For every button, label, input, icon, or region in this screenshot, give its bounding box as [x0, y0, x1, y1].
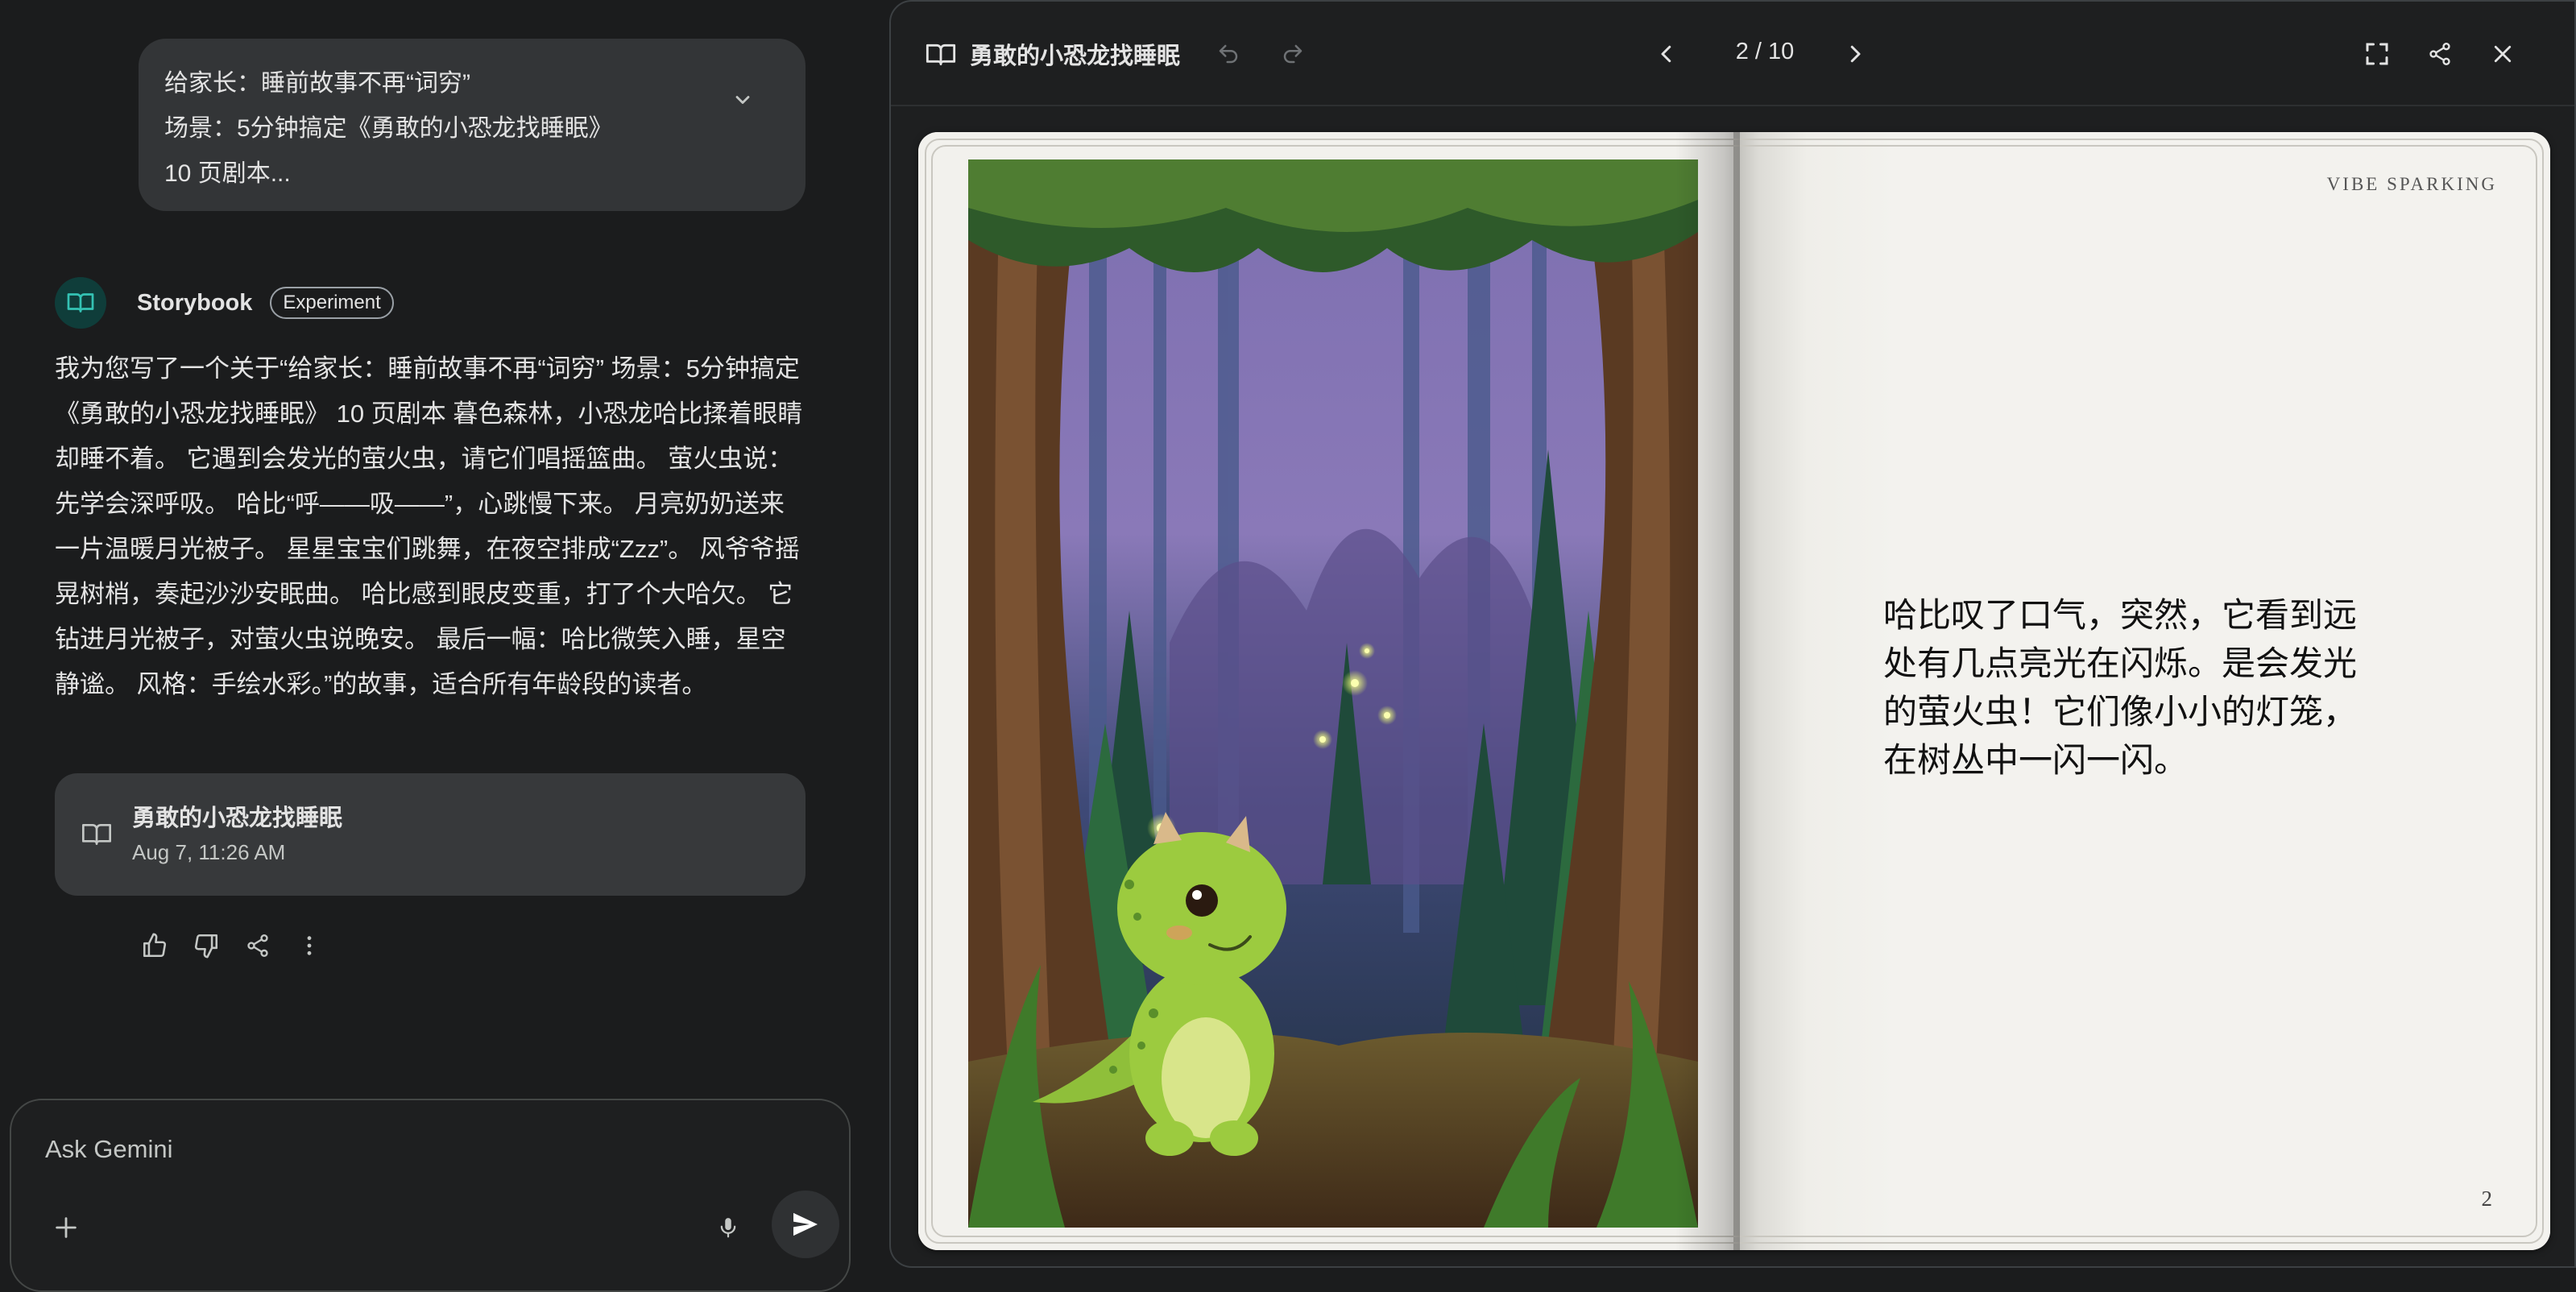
chevron-down-icon [735, 96, 750, 104]
thumbs-up-icon [143, 933, 167, 958]
microphone-button[interactable] [706, 1205, 751, 1250]
model-response-text: 我为您写了一个关于“给家长：睡前故事不再“词穷” 场景：5分钟搞定《勇敢的小恐龙… [55, 354, 803, 698]
user-prompt-line: 场景：5分钟搞定《勇敢的小恐龙找睡眠》 [164, 115, 613, 142]
response-actions [135, 926, 329, 965]
storybook-card[interactable]: 勇敢的小恐龙找睡眠 Aug 7, 11:26 AM [55, 773, 806, 896]
microphone-icon [720, 1218, 736, 1238]
close-icon [2494, 45, 2512, 63]
spine-shadow [1675, 132, 1740, 1250]
storybook-card-date: Aug 7, 11:26 AM [132, 840, 286, 864]
viewer-toolbar: 勇敢的小恐龙找睡眠 2 / 10 [891, 2, 2574, 106]
redo-icon [1283, 44, 1302, 64]
chevron-right-icon [1850, 45, 1861, 63]
book-open-icon [925, 39, 957, 75]
page-indicator: 2 / 10 [1735, 39, 1795, 64]
fullscreen-icon [2366, 43, 2388, 65]
chat-panel: 给家长：睡前故事不再“词穷” 场景：5分钟搞定《勇敢的小恐龙找睡眠》 10 页剧… [0, 0, 870, 1292]
model-name: Storybook [137, 289, 253, 316]
close-viewer-button[interactable] [2481, 32, 2524, 76]
more-vert-icon [307, 936, 312, 955]
page-number: 2 [2481, 1186, 2493, 1211]
redo-button[interactable] [1271, 32, 1315, 76]
send-button[interactable] [772, 1191, 839, 1258]
add-attachment-button[interactable] [43, 1205, 89, 1250]
plus-icon [56, 1217, 77, 1238]
thumbs-down-icon [194, 934, 218, 959]
share-icon [247, 934, 268, 957]
dinosaur-forest-illustration [968, 159, 1698, 1228]
send-icon [793, 1212, 818, 1236]
storybook-avatar [55, 277, 106, 329]
storybook-card-title: 勇敢的小恐龙找睡眠 [132, 805, 343, 831]
story-page-text: 哈比叹了口气，突然，它看到远处有几点亮光在闪烁。是会发光的萤火虫！它们像小小的灯… [1883, 596, 2358, 779]
prompt-input-box [10, 1099, 851, 1292]
model-header: Storybook Experiment [55, 277, 394, 329]
chevron-left-icon [1661, 45, 1671, 63]
expand-prompt-button[interactable] [720, 77, 765, 122]
storybook-viewer: 勇敢的小恐龙找睡眠 2 / 10 VIBE SPARKING 哈比叹了口气，突然… [889, 0, 2576, 1268]
book-open-icon [82, 823, 112, 845]
more-options-button[interactable] [290, 926, 329, 965]
thumbs-down-button[interactable] [187, 926, 226, 965]
next-page-button[interactable] [1833, 32, 1877, 76]
storybook-spread: VIBE SPARKING 哈比叹了口气，突然，它看到远处有几点亮光在闪烁。是会… [918, 132, 2550, 1250]
viewer-title: 勇敢的小恐龙找睡眠 [970, 43, 1181, 69]
undo-icon [1219, 44, 1238, 64]
book-open-icon [67, 293, 94, 313]
user-prompt-bubble: 给家长：睡前故事不再“词穷” 场景：5分钟搞定《勇敢的小恐龙找睡眠》 10 页剧… [139, 39, 806, 211]
share-icon [2429, 43, 2450, 65]
publisher-brand: VIBE SPARKING [2326, 174, 2497, 194]
ask-gemini-input[interactable] [43, 1128, 688, 1171]
user-prompt-line: 10 页剧本... [164, 160, 291, 187]
thumbs-up-button[interactable] [135, 926, 174, 965]
previous-page-button[interactable] [1645, 32, 1688, 76]
share-story-button[interactable] [2418, 32, 2462, 76]
share-response-button[interactable] [238, 926, 277, 965]
experiment-badge: Experiment [270, 287, 394, 319]
user-prompt-line: 给家长：睡前故事不再“词穷” [164, 70, 470, 97]
fullscreen-button[interactable] [2355, 32, 2399, 76]
undo-button[interactable] [1207, 32, 1250, 76]
